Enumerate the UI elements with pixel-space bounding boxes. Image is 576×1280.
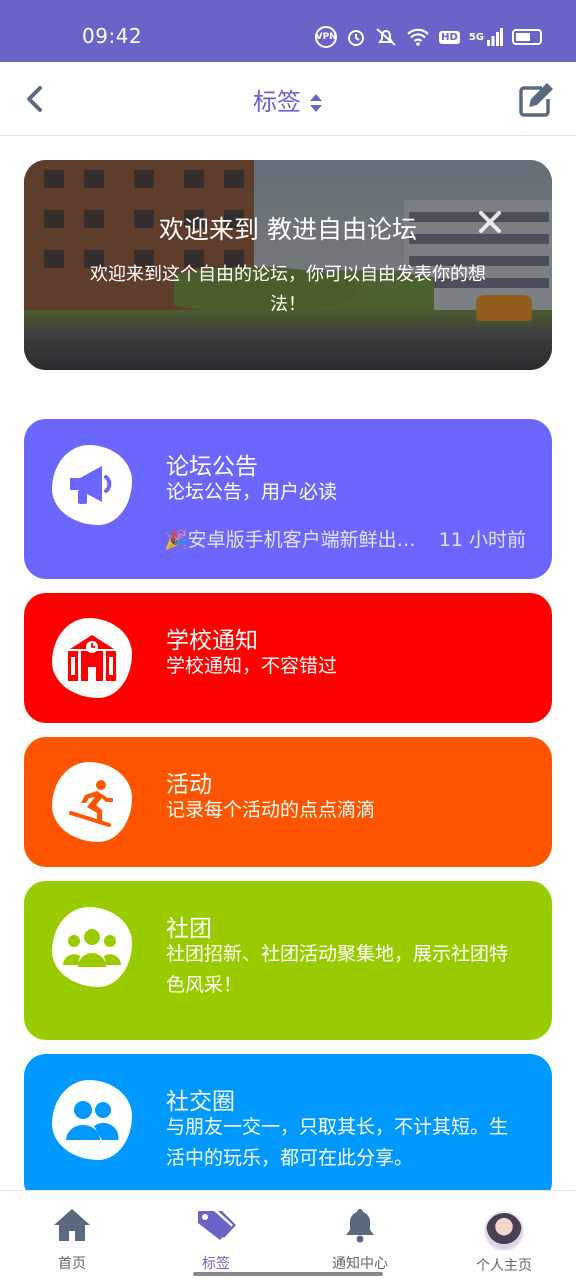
latest-post-title: 🎉安卓版手机客户端新鲜出…	[164, 529, 416, 551]
tab-home[interactable]: 首页	[0, 1191, 144, 1280]
status-bar: 09:42 VPN HD 5G	[0, 0, 576, 62]
category-icon-wrap	[52, 618, 132, 698]
category-icon-wrap	[52, 762, 132, 842]
category-card-social[interactable]: 社交圈 与朋友一交一，只取其长，不计其短。生活中的玩乐，都可在此分享。	[24, 1054, 552, 1204]
tag-icon	[198, 1211, 236, 1240]
tab-label: 标签	[202, 1256, 230, 1272]
status-time: 09:42	[82, 24, 143, 48]
battery-icon	[512, 29, 542, 45]
bell-icon	[346, 1209, 374, 1243]
megaphone-icon	[70, 466, 112, 504]
tab-label: 个人主页	[476, 1258, 532, 1274]
category-card-clubs[interactable]: 社团 社团招新、社团活动聚集地，展示社团特色风采！	[24, 881, 552, 1040]
category-title: 社交圈	[166, 1089, 235, 1115]
nav-bar: 标签	[0, 62, 576, 136]
category-card-announcements[interactable]: 论坛公告 论坛公告，用户必读 🎉安卓版手机客户端新鲜出… 11 小时前	[24, 419, 552, 579]
category-icon-wrap	[52, 445, 132, 525]
wifi-icon	[407, 28, 429, 46]
school-icon	[68, 635, 116, 681]
tab-label: 通知中心	[332, 1256, 388, 1272]
category-description: 论坛公告，用户必读	[166, 481, 338, 503]
vpn-icon: VPN	[315, 26, 338, 48]
category-title: 活动	[166, 772, 212, 798]
latest-post[interactable]: 🎉安卓版手机客户端新鲜出… 11 小时前	[164, 525, 526, 552]
page-title: 标签	[253, 88, 301, 116]
users-icon	[66, 1101, 119, 1140]
category-description: 记录每个活动的点点滴滴	[166, 799, 376, 821]
status-icons: VPN HD 5G	[315, 24, 542, 50]
edit-icon[interactable]	[516, 80, 556, 120]
latest-post-time: 11 小时前	[438, 529, 526, 551]
tab-tags[interactable]: 标签	[144, 1191, 288, 1280]
category-title: 社团	[166, 916, 212, 942]
page-title-selector[interactable]: 标签	[0, 82, 576, 117]
category-icon-wrap	[52, 907, 132, 987]
tab-notifications[interactable]: 通知中心	[288, 1191, 432, 1280]
category-title: 学校通知	[166, 628, 258, 654]
category-description: 与朋友一交一，只取其长，不计其短。生活中的玩乐，都可在此分享。	[166, 1116, 509, 1169]
tab-profile[interactable]: 个人主页	[432, 1191, 576, 1280]
mute-icon	[376, 28, 396, 46]
category-card-activities[interactable]: 活动 记录每个活动的点点滴滴	[24, 737, 552, 867]
banner-text: 欢迎来到这个自由的论坛，你可以自由发表你的想法！	[90, 264, 486, 315]
home-icon	[54, 1209, 90, 1241]
tab-label: 首页	[58, 1256, 86, 1272]
sort-icon	[310, 94, 322, 112]
category-card-school-notice[interactable]: 学校通知 学校通知，不容错过	[24, 593, 552, 723]
home-indicator[interactable]	[193, 1272, 383, 1276]
alarm-icon	[348, 30, 365, 46]
avatar	[484, 1211, 524, 1251]
signal-icon	[487, 28, 503, 46]
hd-icon: HD	[439, 30, 460, 44]
category-icon-wrap	[52, 1080, 132, 1160]
group-icon	[63, 929, 121, 967]
category-title: 论坛公告	[166, 454, 258, 480]
banner-title: 欢迎来到 教进自由论坛	[159, 215, 417, 244]
close-icon[interactable]	[478, 210, 502, 234]
snowboarding-icon	[69, 780, 113, 827]
category-description: 学校通知，不容错过	[166, 655, 338, 677]
network-label: 5G	[468, 31, 484, 43]
welcome-banner: 欢迎来到 教进自由论坛 欢迎来到这个自由的论坛，你可以自由发表你的想法！	[24, 160, 552, 370]
category-description: 社团招新、社团活动聚集地，展示社团特色风采！	[166, 943, 509, 996]
bottom-tab-bar: 首页 标签 通知中心 个人主页	[0, 1190, 576, 1280]
